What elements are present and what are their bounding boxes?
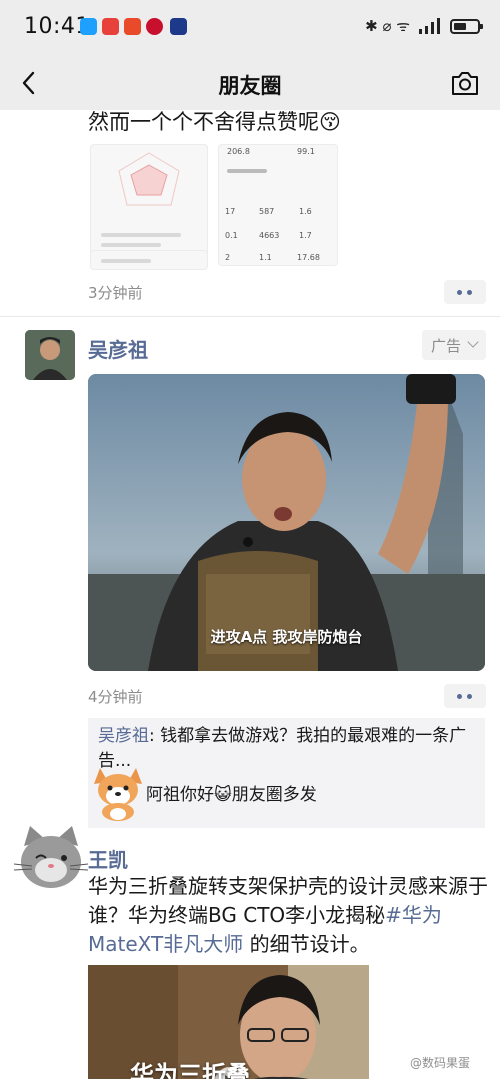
post-text: 华为三折叠旋转支架保护壳的设计灵感来源于谁？华为终端BG CTO李小龙揭秘#华为… [88, 872, 488, 959]
shot-value: 17.68 [297, 253, 320, 262]
post-text-tail: 的细节设计。 [243, 932, 370, 956]
ad-label-button[interactable]: 广告 [422, 330, 486, 360]
post-text: 然而一个个不舍得点赞呢😚 [88, 110, 341, 134]
shot-value: 1.7 [299, 231, 312, 240]
avatar[interactable] [25, 330, 75, 380]
ad-label: 广告 [431, 337, 462, 355]
chevron-down-icon [467, 336, 479, 348]
nav-bar: 朋友圈 [0, 58, 500, 110]
like-comment-button[interactable] [444, 684, 486, 708]
post-video-thumbnail[interactable]: 华为三折叠 [88, 965, 369, 1079]
post-image[interactable]: 206.8 99.1 17 587 1.6 0.1 4663 1.7 2 1.1… [218, 144, 338, 266]
radar-chart-thumbnail [118, 152, 180, 206]
comment-reply[interactable]: 阿祖你好😺朋友圈多发 [146, 780, 317, 805]
author-name[interactable]: 王凯 [88, 844, 128, 873]
shot-value: 0.1 [225, 231, 238, 240]
ad-video[interactable]: 进攻A点 我攻岸防炮台 [88, 374, 485, 671]
post-image[interactable] [90, 144, 208, 266]
status-bar: 10:41 ✱ ⌀ ᯤ [0, 0, 500, 58]
notification-app-icon [80, 18, 97, 35]
video-subtitle: 进攻A点 我攻岸防炮台 [210, 628, 363, 646]
shot-value: 4663 [259, 231, 280, 240]
shot-value: 17 [225, 207, 236, 216]
corgi-sticker-icon [94, 768, 142, 821]
cell-signal-icon [419, 18, 440, 34]
notification-app-icon [170, 18, 187, 35]
notification-app-icon [102, 18, 119, 35]
post-time: 4分钟前 [88, 688, 143, 706]
watermark: @数码果蛋 [410, 1056, 471, 1070]
notification-app-icon [146, 18, 163, 35]
author-name[interactable]: 吴彦祖 [88, 334, 148, 363]
shot-value: 2 [225, 253, 231, 262]
like-comment-button[interactable] [444, 280, 486, 304]
comment-item[interactable]: 吴彦祖: 钱都拿去做游戏？我拍的最艰难的一条广告... [98, 724, 478, 774]
signal-status-icons: ✱ ⌀ ᯤ [365, 17, 410, 35]
shot-value: 587 [259, 207, 275, 216]
moments-feed[interactable]: 然而一个个不舍得点赞呢😚 206.8 99.1 17 587 1.6 0.1 4… [0, 110, 500, 1079]
status-indicators: ✱ ⌀ ᯤ [365, 16, 483, 36]
post-time: 3分钟前 [88, 284, 143, 302]
shot-value: 99.1 [297, 147, 315, 156]
shot-value: 206.8 [227, 147, 250, 156]
camera-icon[interactable] [450, 69, 480, 97]
post-image[interactable] [90, 250, 208, 270]
divider [0, 316, 500, 317]
avatar-cat-icon[interactable] [10, 822, 92, 892]
notification-app-icon [124, 18, 141, 35]
shot-value: 1.6 [299, 207, 312, 216]
comment-text: : 钱都拿去做游戏？我拍的最艰难的一条广告... [98, 726, 467, 771]
comment-box: 吴彦祖: 钱都拿去做游戏？我拍的最艰难的一条广告... [88, 718, 485, 828]
comment-author[interactable]: 吴彦祖 [98, 726, 149, 746]
battery-icon [450, 18, 483, 34]
shot-value: 1.1 [259, 253, 272, 262]
thumbnail-caption: 华为三折叠 [130, 1061, 250, 1079]
avatar-portrait-icon [25, 330, 75, 380]
page-title: 朋友圈 [218, 74, 282, 98]
